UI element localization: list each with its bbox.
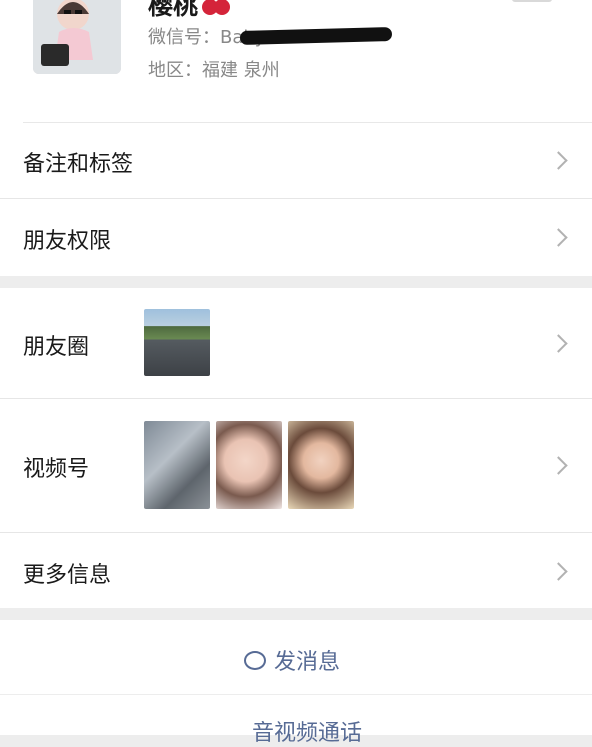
- nickname: 樱桃: [148, 0, 231, 22]
- region: 地区：福建 泉州: [148, 60, 280, 81]
- settings-group-1: 备注和标签 朋友权限: [0, 122, 592, 276]
- row-label: 备注和标签: [23, 152, 134, 177]
- row-friend-permissions[interactable]: 朋友权限: [0, 199, 592, 276]
- chevron-right-icon: [549, 456, 568, 475]
- cropped-top-right-icon: [512, 0, 552, 2]
- profile-header: 樱桃 微信号：Baby 地区：福建 泉州: [0, 0, 592, 122]
- channels-thumbnail[interactable]: [144, 421, 210, 509]
- settings-group-2: 朋友圈 视频号 更多信息: [0, 288, 592, 608]
- row-moments[interactable]: 朋友圈: [0, 288, 592, 399]
- row-channels[interactable]: 视频号: [0, 399, 592, 533]
- redaction-mark: [239, 27, 393, 45]
- row-more-info[interactable]: 更多信息: [0, 533, 592, 609]
- send-message-content: 发消息: [244, 644, 340, 676]
- channels-thumbnail[interactable]: [288, 421, 354, 509]
- chevron-right-icon: [549, 151, 568, 170]
- call-button[interactable]: 音视频通话: [0, 695, 592, 746]
- row-remarks-tags[interactable]: 备注和标签: [0, 122, 592, 199]
- cherry-emoji-icon: [214, 0, 231, 15]
- chevron-right-icon: [549, 562, 568, 581]
- row-label: 视频号: [23, 457, 90, 482]
- row-label: 朋友权限: [23, 229, 112, 254]
- nickname-text: 樱桃: [148, 0, 199, 20]
- call-label: 音视频通话: [252, 721, 363, 746]
- avatar-image: [33, 0, 121, 74]
- avatar[interactable]: [33, 0, 121, 74]
- chevron-right-icon: [549, 228, 568, 247]
- channels-thumbnail[interactable]: [216, 421, 282, 509]
- message-bubble-icon: [244, 650, 266, 670]
- row-label: 朋友圈: [23, 335, 90, 360]
- chevron-right-icon: [549, 334, 568, 353]
- moments-thumbnail[interactable]: [144, 309, 210, 376]
- send-message-button[interactable]: 发消息: [0, 620, 592, 694]
- send-message-label: 发消息: [274, 650, 341, 675]
- row-label: 更多信息: [23, 563, 112, 588]
